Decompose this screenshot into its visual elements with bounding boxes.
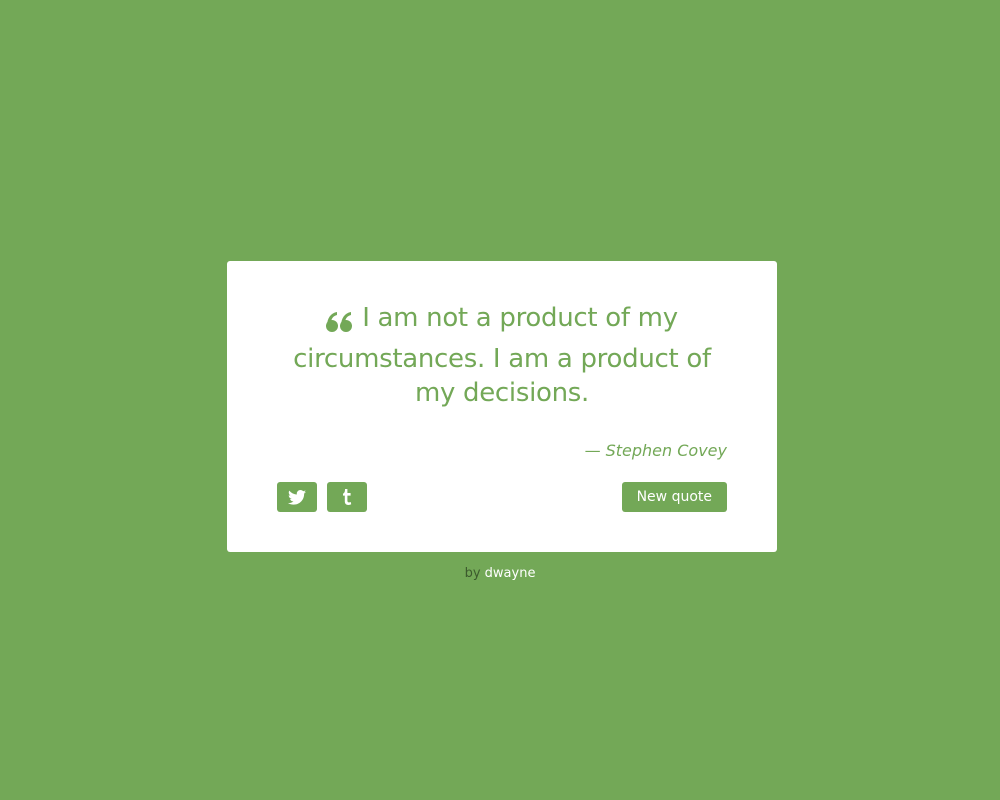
tumblr-quote-button[interactable] xyxy=(327,482,367,512)
quote-left-icon xyxy=(326,308,353,342)
author-dash: — xyxy=(584,441,601,460)
new-quote-button[interactable]: New quote xyxy=(621,482,727,512)
quote-text-block: I am not a product of my circumstances. … xyxy=(277,301,727,410)
twitter-icon xyxy=(288,489,306,505)
tumblr-icon xyxy=(343,489,352,505)
quote-author: — Stephen Covey xyxy=(277,441,727,460)
author-name: Stephen Covey xyxy=(605,441,727,460)
footer: by dwayne xyxy=(0,566,1000,581)
tweet-quote-button[interactable] xyxy=(277,482,317,512)
quote-box: I am not a product of my circumstances. … xyxy=(227,261,777,552)
footer-author-link[interactable]: dwayne xyxy=(485,566,536,581)
quote-text: I am not a product of my circumstances. … xyxy=(293,303,711,408)
button-row: New quote xyxy=(277,482,727,512)
footer-prefix: by xyxy=(464,566,481,581)
